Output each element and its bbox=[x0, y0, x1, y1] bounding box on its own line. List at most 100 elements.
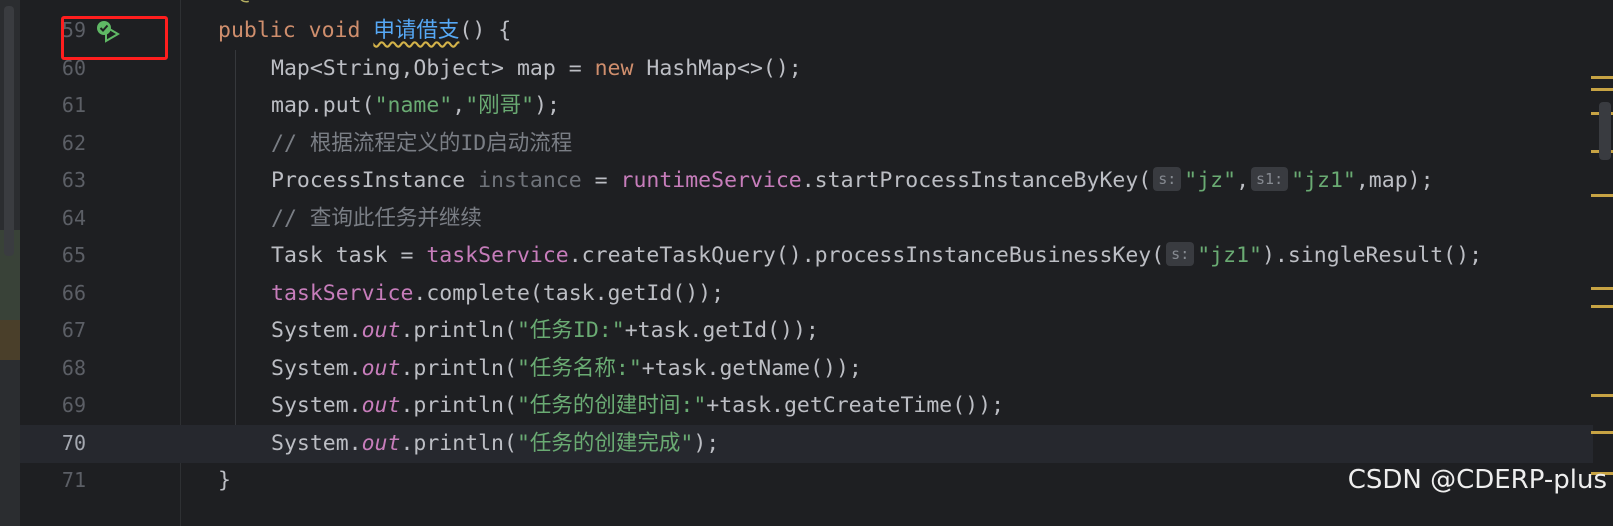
code-text[interactable]: Map<String,Object> map = new HashMap<>()… bbox=[271, 50, 802, 88]
code-token: .complete(task.getId()); bbox=[413, 281, 725, 306]
line-number: 64 bbox=[61, 206, 86, 230]
line-number: 71 bbox=[61, 468, 86, 492]
string-literal: "刚哥" bbox=[465, 93, 535, 118]
code-token: System. bbox=[271, 356, 362, 381]
line-number: 65 bbox=[61, 243, 86, 267]
line-number: 61 bbox=[61, 93, 86, 117]
warning-marker[interactable] bbox=[1591, 76, 1613, 79]
code-token: .println( bbox=[400, 393, 517, 418]
code-line[interactable]: 59 public void 申请借支() { bbox=[20, 12, 1593, 50]
warning-marker[interactable] bbox=[1591, 194, 1613, 197]
code-line[interactable]: 68 System.out.println("任务名称:"+task.getNa… bbox=[20, 350, 1593, 388]
field-reference: runtimeService bbox=[620, 168, 802, 193]
string-literal: "任务名称:" bbox=[516, 356, 642, 381]
code-token: .println( bbox=[400, 318, 517, 343]
code-token: .println( bbox=[400, 431, 517, 456]
code-token: System. bbox=[271, 431, 362, 456]
code-text[interactable]: Task task = taskService.createTaskQuery(… bbox=[271, 237, 1482, 275]
code-line[interactable]: 61 map.put("name","刚哥"); bbox=[20, 87, 1593, 125]
code-text[interactable]: map.put("name","刚哥"); bbox=[271, 87, 560, 125]
field-reference: taskService bbox=[426, 243, 569, 268]
code-token: System. bbox=[271, 318, 362, 343]
code-token: +task.getCreateTime()); bbox=[706, 393, 1005, 418]
code-token: Task task = bbox=[271, 243, 427, 268]
static-field: out bbox=[361, 356, 401, 381]
annotation-highlight-box bbox=[61, 16, 168, 60]
code-token: +task.getName()); bbox=[641, 356, 862, 381]
code-text[interactable]: System.out.println("任务名称:"+task.getName(… bbox=[271, 350, 862, 388]
string-literal: "name" bbox=[374, 93, 453, 118]
code-text[interactable]: } bbox=[218, 462, 231, 500]
scrollbar-thumb[interactable] bbox=[1599, 102, 1611, 160]
vcs-modified-marker bbox=[0, 320, 20, 360]
parameter-hint: s1: bbox=[1251, 167, 1289, 191]
warning-marker[interactable] bbox=[1591, 431, 1613, 434]
left-scroll-thumb[interactable] bbox=[4, 6, 14, 256]
keyword: new bbox=[594, 56, 634, 81]
code-token: , bbox=[1236, 168, 1250, 193]
code-line[interactable]: 66 taskService.complete(task.getId()); bbox=[20, 275, 1593, 313]
code-line[interactable]: 67 System.out.println("任务ID:"+task.getId… bbox=[20, 312, 1593, 350]
warning-marker[interactable] bbox=[1591, 287, 1613, 290]
watermark: CSDN @CDERP-plus bbox=[1347, 465, 1607, 495]
code-token: .println( bbox=[400, 356, 517, 381]
parameter-hint: s: bbox=[1166, 242, 1195, 266]
line-number: 68 bbox=[61, 356, 86, 380]
error-stripe[interactable] bbox=[1591, 0, 1613, 526]
code-token: () { bbox=[459, 18, 512, 43]
code-text[interactable]: ProcessInstance instance = runtimeServic… bbox=[271, 162, 1434, 200]
code-token: , bbox=[452, 93, 466, 118]
code-line[interactable]: 69 System.out.println("任务的创建时间:"+task.ge… bbox=[20, 387, 1593, 425]
line-number: 63 bbox=[61, 168, 86, 192]
string-literal: "jz" bbox=[1184, 168, 1237, 193]
string-literal: "jz1" bbox=[1197, 243, 1262, 268]
code-token: .startProcessInstanceByKey( bbox=[801, 168, 1152, 193]
code-text[interactable]: System.out.println("任务ID:"+task.getId())… bbox=[271, 312, 819, 350]
warning-marker[interactable] bbox=[1591, 305, 1613, 308]
string-literal: "jz1" bbox=[1291, 168, 1356, 193]
line-number: 66 bbox=[61, 281, 86, 305]
line-number: 69 bbox=[61, 393, 86, 417]
keyword: void bbox=[308, 18, 361, 43]
code-line[interactable]: 60 Map<String,Object> map = new HashMap<… bbox=[20, 50, 1593, 88]
string-literal: "任务ID:" bbox=[516, 318, 625, 343]
line-number: 67 bbox=[61, 318, 86, 342]
code-token: = bbox=[581, 168, 621, 193]
code-token: HashMap<>(); bbox=[633, 56, 802, 81]
parameter-hint: s: bbox=[1153, 167, 1182, 191]
unused-variable: instance bbox=[478, 168, 582, 193]
comment[interactable]: // 查询此任务并继续 bbox=[271, 200, 482, 238]
code-token: System. bbox=[271, 393, 362, 418]
comment[interactable]: // 根据流程定义的ID启动流程 bbox=[271, 125, 572, 163]
code-text[interactable]: taskService.complete(task.getId()); bbox=[271, 275, 724, 313]
code-line[interactable]: 63 ProcessInstance instance = runtimeSer… bbox=[20, 162, 1593, 200]
tool-window-stripe bbox=[0, 0, 20, 526]
code-token: .createTaskQuery().processInstanceBusine… bbox=[568, 243, 1165, 268]
field-reference: taskService bbox=[271, 281, 414, 306]
code-text[interactable]: System.out.println("任务的创建完成"); bbox=[271, 425, 719, 463]
code-line[interactable]: 64 // 查询此任务并继续 bbox=[20, 200, 1593, 238]
line-number: 70 bbox=[61, 431, 86, 455]
code-text[interactable]: public void 申请借支() { bbox=[218, 12, 511, 50]
static-field: out bbox=[361, 431, 401, 456]
keyword: public bbox=[218, 18, 296, 43]
warning-marker[interactable] bbox=[1591, 88, 1613, 91]
code-token: ProcessInstance bbox=[271, 168, 479, 193]
code-token: ,map); bbox=[1355, 168, 1434, 193]
string-literal: "任务的创建时间:" bbox=[516, 393, 707, 418]
code-token: ); bbox=[693, 431, 720, 456]
code-token: ); bbox=[534, 93, 560, 118]
code-line[interactable]: 65 Task task = taskService.createTaskQue… bbox=[20, 237, 1593, 275]
code-text[interactable]: System.out.println("任务的创建时间:"+task.getCr… bbox=[271, 387, 1004, 425]
code-token: +task.getId()); bbox=[624, 318, 819, 343]
code-token: ).singleResult(); bbox=[1261, 243, 1483, 268]
annotation-line-partial: @Test bbox=[238, 0, 303, 8]
string-literal: "任务的创建完成" bbox=[516, 431, 694, 456]
method-name[interactable]: 申请借支 bbox=[373, 18, 459, 43]
static-field: out bbox=[361, 318, 401, 343]
code-editor[interactable]: @Test 59 public void 申请借支() { 60 Map<Str… bbox=[0, 0, 1613, 526]
code-line-current[interactable]: 70 System.out.println("任务的创建完成"); bbox=[20, 425, 1593, 463]
code-line[interactable]: 62 // 根据流程定义的ID启动流程 bbox=[20, 125, 1593, 163]
code-token: Map<String,Object> map = bbox=[271, 56, 595, 81]
warning-marker[interactable] bbox=[1591, 394, 1613, 397]
